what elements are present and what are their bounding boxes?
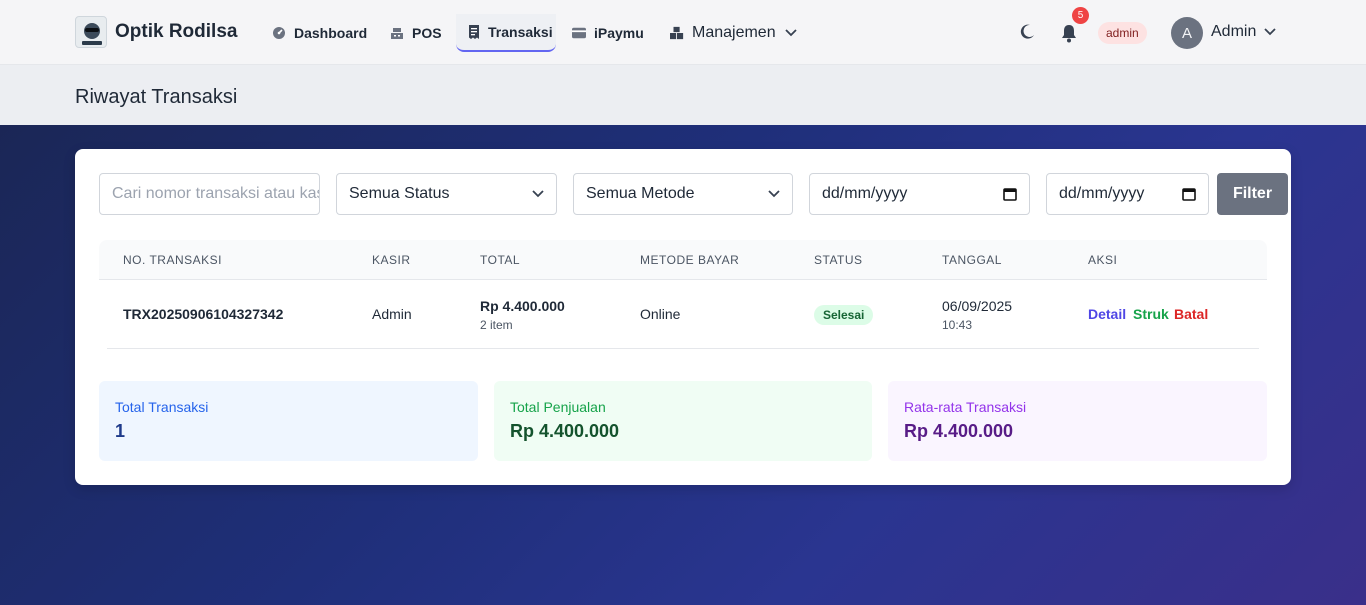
nav-label: Transaksi bbox=[488, 24, 553, 40]
method-select[interactable]: Semua Metode bbox=[573, 173, 793, 215]
date-cell: 06/09/2025 10:43 bbox=[942, 298, 1012, 332]
nav-ipaymu[interactable]: iPaymu bbox=[560, 14, 656, 52]
nav-manajemen[interactable]: Manajemen bbox=[658, 14, 809, 52]
table-header: NO. TRANSAKSI KASIR TOTAL METODE BAYAR S… bbox=[99, 240, 1267, 280]
status-select-value: Semua Status bbox=[349, 185, 450, 202]
date-from-input[interactable]: dd/mm/yyyy bbox=[809, 173, 1030, 215]
transaction-time: 10:43 bbox=[942, 318, 973, 332]
cancel-link[interactable]: Batal bbox=[1174, 306, 1208, 322]
column-header: TOTAL bbox=[480, 253, 521, 267]
cashier-name: Admin bbox=[372, 306, 412, 322]
column-header: TANGGAL bbox=[942, 253, 1002, 267]
user-name: Admin bbox=[1211, 23, 1257, 40]
brand[interactable]: Optik Rodilsa bbox=[75, 16, 237, 48]
detail-link[interactable]: Detail bbox=[1088, 306, 1126, 322]
nav-label: POS bbox=[412, 25, 442, 41]
calendar-icon[interactable] bbox=[1182, 187, 1196, 201]
stat-total-transactions: Total Transaksi 1 bbox=[99, 381, 478, 461]
item-count: 2 item bbox=[480, 318, 513, 332]
receipt-link[interactable]: Struk bbox=[1133, 306, 1169, 322]
page-header: Riwayat Transaksi bbox=[0, 65, 1366, 125]
notification-bell-icon[interactable] bbox=[1059, 23, 1079, 43]
date-to-value: dd/mm/yyyy bbox=[1059, 185, 1145, 202]
stat-label: Total Transaksi bbox=[115, 399, 209, 415]
chevron-down-icon bbox=[784, 29, 797, 37]
status-badge: Selesai bbox=[814, 305, 874, 325]
chevron-down-icon bbox=[768, 190, 780, 198]
transaction-date: 06/09/2025 bbox=[942, 298, 1013, 314]
stat-value: Rp 4.400.000 bbox=[510, 421, 620, 441]
total-amount: Rp 4.400.000 bbox=[480, 298, 565, 314]
table-row: TRX20250906104327342 Admin Rp 4.400.000 … bbox=[107, 280, 1259, 349]
nav-dashboard[interactable]: Dashboard bbox=[260, 14, 379, 52]
payment-method: Online bbox=[640, 306, 681, 322]
search-input[interactable]: Cari nomor transaksi atau kasir bbox=[99, 173, 320, 215]
boxes-icon bbox=[670, 26, 684, 40]
receipt-icon bbox=[468, 25, 480, 39]
user-menu[interactable]: Admin bbox=[1211, 23, 1276, 41]
stat-value: 1 bbox=[115, 421, 126, 441]
stat-label: Total Penjualan bbox=[510, 399, 606, 415]
brand-logo bbox=[75, 16, 107, 48]
column-header: AKSI bbox=[1088, 253, 1118, 267]
nav-label: Manajemen bbox=[692, 24, 776, 41]
nav-label: iPaymu bbox=[594, 25, 644, 41]
avatar[interactable]: A bbox=[1171, 17, 1203, 49]
transactions-table: NO. TRANSAKSI KASIR TOTAL METODE BAYAR S… bbox=[99, 240, 1267, 349]
status-select[interactable]: Semua Status bbox=[336, 173, 557, 215]
stat-label: Rata-rata Transaksi bbox=[904, 399, 1027, 415]
column-header: METODE BAYAR bbox=[640, 253, 740, 267]
page-title: Riwayat Transaksi bbox=[75, 86, 238, 108]
method-select-value: Semua Metode bbox=[586, 185, 695, 202]
date-from-value: dd/mm/yyyy bbox=[822, 185, 908, 202]
dark-mode-moon-icon[interactable] bbox=[1018, 23, 1036, 41]
nav-label: Dashboard bbox=[294, 25, 368, 41]
credit-card-icon bbox=[572, 26, 586, 40]
dashboard-gauge-icon bbox=[272, 26, 286, 40]
stat-average-transaction: Rata-rata Transaksi Rp 4.400.000 bbox=[888, 381, 1267, 461]
chevron-down-icon bbox=[1264, 28, 1276, 36]
column-header: KASIR bbox=[372, 253, 411, 267]
stat-value: Rp 4.400.000 bbox=[904, 421, 1014, 441]
column-header: NO. TRANSAKSI bbox=[123, 253, 222, 267]
total-cell: Rp 4.400.000 2 item bbox=[480, 298, 565, 332]
brand-name: Optik Rodilsa bbox=[115, 21, 238, 42]
date-to-input[interactable]: dd/mm/yyyy bbox=[1046, 173, 1209, 215]
calendar-icon[interactable] bbox=[1003, 187, 1017, 201]
chevron-down-icon bbox=[532, 190, 544, 198]
role-badge: admin bbox=[1098, 22, 1147, 44]
nav-transaksi[interactable]: Transaksi bbox=[456, 14, 556, 52]
nav-pos[interactable]: POS bbox=[378, 14, 454, 52]
column-header: STATUS bbox=[814, 253, 863, 267]
transactions-card: Cari nomor transaksi atau kasir Semua St… bbox=[75, 149, 1291, 485]
cash-register-icon bbox=[390, 26, 404, 40]
filter-button[interactable]: Filter bbox=[1217, 173, 1288, 215]
transaction-number: TRX20250906104327342 bbox=[123, 306, 284, 322]
top-navbar: Optik Rodilsa Dashboard POS Transaksi iP… bbox=[0, 0, 1366, 65]
stat-total-sales: Total Penjualan Rp 4.400.000 bbox=[494, 381, 872, 461]
notification-count-badge: 5 bbox=[1072, 7, 1089, 24]
